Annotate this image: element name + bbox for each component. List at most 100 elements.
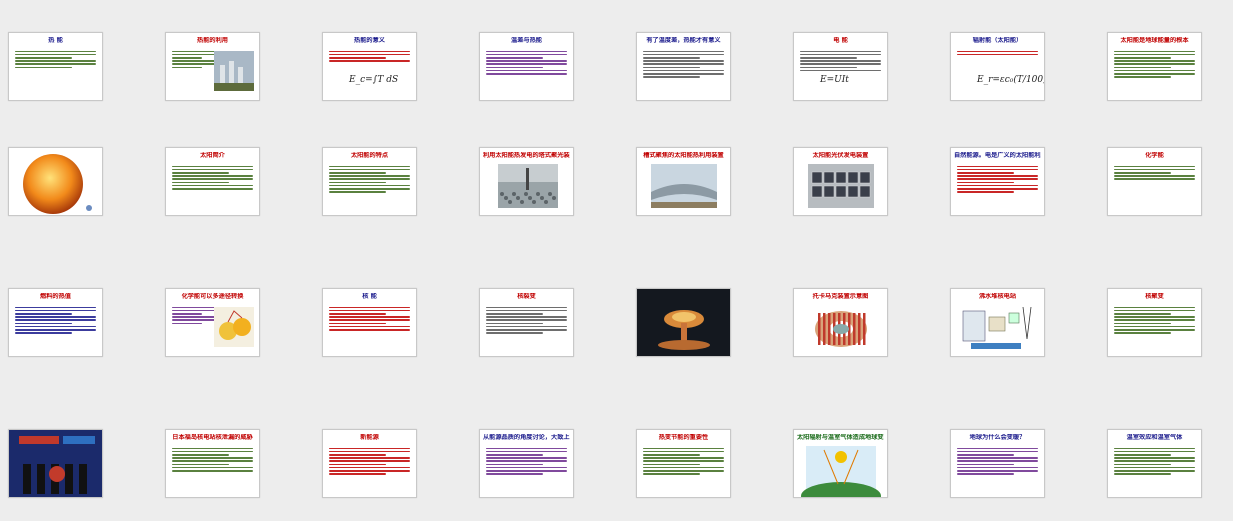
text-line — [957, 457, 1038, 459]
slide-thumbnail[interactable]: 太阳简介 — [165, 147, 260, 216]
slide-body-text — [329, 49, 410, 96]
slide-title: 有了温度差，热能才有意义 — [646, 37, 721, 44]
slide-body-text — [957, 49, 1038, 96]
text-line — [1114, 63, 1195, 65]
slide-thumbnail[interactable] — [636, 288, 731, 357]
slide-thumbnail[interactable]: 热能的意义 E_c=∫T dS — [322, 32, 417, 101]
slide-thumbnail[interactable]: 日本福岛核电站核泄漏的威胁 — [165, 429, 260, 498]
slide-title: 热能的利用 — [197, 37, 228, 44]
slide-thumbnail[interactable] — [8, 429, 103, 498]
slide-thumbnail[interactable]: 核 能 — [322, 288, 417, 357]
slide-thumbnail[interactable]: 热 能 — [8, 32, 103, 101]
text-line — [957, 181, 1014, 184]
slide-title: 日本福岛核电站核泄漏的威胁 — [172, 434, 253, 441]
text-line — [643, 76, 700, 78]
slide-thumbnail[interactable]: 核裂变 — [479, 288, 574, 357]
factory-image — [214, 51, 254, 91]
slide-thumbnail[interactable]: 沸水堆核电站 — [950, 288, 1045, 357]
text-line — [329, 454, 386, 456]
slide-title: 温室效应和温室气体 — [1126, 434, 1183, 441]
text-line — [172, 188, 253, 190]
slide-thumbnail[interactable]: 有了温度差，热能才有意义 — [636, 32, 731, 101]
text-line — [1114, 316, 1195, 318]
slide-thumbnail[interactable]: 化学能可以多途径转换 — [165, 288, 260, 357]
slide-thumbnail[interactable]: 电 能 E=UIt — [793, 32, 888, 101]
text-line — [1114, 175, 1195, 177]
slide-thumbnail[interactable]: 热能的利用 — [165, 32, 260, 101]
slide-body-text — [1114, 446, 1195, 493]
text-line — [486, 460, 567, 462]
slide-thumbnail[interactable]: 化学能 — [1107, 147, 1202, 216]
text-line — [1114, 457, 1195, 459]
text-line — [172, 454, 229, 456]
text-line — [329, 309, 410, 312]
text-line — [329, 172, 386, 174]
text-line — [643, 466, 724, 469]
slide-thumbnail[interactable]: 燃料的热值 — [8, 288, 103, 357]
slide-body-text — [957, 446, 1038, 493]
text-line — [486, 69, 567, 72]
text-line — [643, 53, 724, 56]
slide-title: 地球为什么会变暖？ — [969, 434, 1026, 441]
slide-thumbnail[interactable]: 新能源 — [322, 429, 417, 498]
slide-thumbnail[interactable]: 托卡马克装置示意图 — [793, 288, 888, 357]
slide-body-text — [486, 305, 567, 352]
text-line — [486, 450, 567, 453]
slide-thumbnail[interactable]: 核聚变 — [1107, 288, 1202, 357]
text-line — [15, 325, 96, 328]
text-line — [329, 165, 410, 168]
slide-body-text — [1114, 164, 1195, 211]
text-line — [486, 447, 567, 450]
slide-thumbnail[interactable]: 槽式聚焦的太阳能热利用装置 — [636, 147, 731, 216]
text-line — [172, 66, 203, 69]
text-line — [486, 60, 567, 62]
slide-thumbnail[interactable] — [8, 147, 103, 216]
slide-thumbnail[interactable]: 温室效应和温室气体 — [1107, 429, 1202, 498]
slide-body-text — [1114, 49, 1195, 96]
event-photo-image — [9, 430, 102, 497]
slide-thumbnail[interactable]: 热变节能的重要性 — [636, 429, 731, 498]
text-line — [15, 53, 96, 56]
lemon-battery-image — [214, 307, 254, 347]
slide-thumbnail[interactable]: 太阳能光伏发电装置 — [793, 147, 888, 216]
slide-thumbnail[interactable]: 太阳能是地球能量的根本 — [1107, 32, 1202, 101]
text-line — [486, 57, 543, 59]
slide-thumbnail[interactable]: 温差与热能 — [479, 32, 574, 101]
formula: E_c=∫T dS — [349, 75, 399, 85]
slide-thumbnail[interactable]: 太阳辐射与温室气体造成地球变暖示意图 — [793, 429, 888, 498]
slide-thumbnail[interactable]: 从能源品质的角度讨论，大致上能源划分为： — [479, 429, 574, 498]
text-line — [329, 463, 386, 466]
text-line — [1114, 165, 1195, 168]
text-line — [172, 316, 215, 318]
slide-thumbnail[interactable]: 太阳能的特点 — [322, 147, 417, 216]
text-line — [957, 184, 1038, 187]
text-line — [1114, 447, 1195, 450]
text-line — [486, 466, 567, 469]
slide-body-text — [172, 164, 253, 211]
slide-body-text — [15, 305, 96, 352]
text-line — [15, 309, 96, 312]
slide-thumbnail[interactable]: 利用太阳能热发电的塔式聚光装置 — [479, 147, 574, 216]
slide-title: 从能源品质的角度讨论，大致上能源划分为： — [483, 434, 570, 441]
slide-thumbnail[interactable]: 自然能源。电是广义的太阳能利用形式 — [950, 147, 1045, 216]
text-line — [172, 172, 229, 174]
tokamak-image — [815, 311, 867, 347]
slide-thumbnail[interactable]: 辐射能（太阳能） E_r=εc₀(T/100)⁴ — [950, 32, 1045, 101]
text-line — [329, 306, 410, 309]
text-line — [957, 450, 1038, 453]
text-line — [15, 329, 96, 331]
text-line — [643, 57, 700, 59]
text-line — [329, 50, 410, 53]
text-line — [172, 470, 253, 472]
text-line — [486, 325, 567, 328]
text-line — [1114, 306, 1195, 309]
text-line — [15, 332, 72, 334]
text-line — [172, 184, 253, 187]
slide-thumbnail[interactable]: 地球为什么会变暖？ — [950, 429, 1045, 498]
text-line — [957, 172, 1014, 174]
text-line — [15, 313, 72, 315]
text-line — [957, 466, 1038, 469]
text-line — [957, 473, 1014, 475]
text-line — [172, 53, 215, 56]
text-line — [486, 457, 567, 459]
